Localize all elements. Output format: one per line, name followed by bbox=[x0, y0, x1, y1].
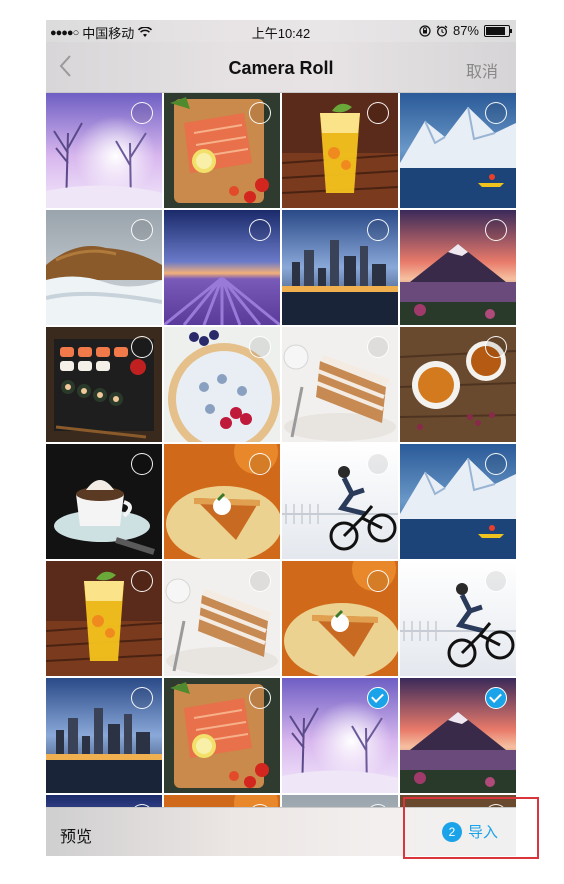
photo-thumbnail[interactable] bbox=[46, 561, 162, 676]
photo-thumbnail[interactable] bbox=[164, 327, 280, 442]
import-button[interactable]: 2 导入 bbox=[441, 821, 498, 842]
select-circle-icon[interactable] bbox=[485, 219, 507, 241]
photo-thumbnail[interactable] bbox=[46, 327, 162, 442]
selected-count-badge: 2 bbox=[441, 821, 462, 842]
battery-percent: 87% bbox=[452, 23, 479, 38]
photo-thumbnail[interactable] bbox=[46, 795, 162, 807]
import-label: 导入 bbox=[467, 824, 498, 841]
photo-thumbnail[interactable] bbox=[46, 444, 162, 559]
select-circle-icon[interactable] bbox=[131, 570, 153, 592]
photo-thumbnail[interactable] bbox=[46, 210, 162, 325]
status-right: 87% bbox=[419, 23, 512, 38]
select-circle-icon[interactable] bbox=[131, 687, 153, 709]
select-circle-icon[interactable] bbox=[249, 453, 271, 475]
photo-thumbnail[interactable] bbox=[400, 210, 516, 325]
select-circle-icon[interactable] bbox=[367, 570, 389, 592]
select-circle-icon[interactable] bbox=[249, 336, 271, 358]
photo-thumbnail[interactable] bbox=[164, 795, 280, 807]
photo-thumbnail[interactable] bbox=[400, 93, 516, 208]
photo-thumbnail[interactable] bbox=[282, 93, 398, 208]
select-circle-icon[interactable] bbox=[367, 102, 389, 124]
selected-checkmark-icon[interactable] bbox=[367, 687, 389, 709]
alarm-icon bbox=[436, 24, 448, 37]
photo-thumbnail[interactable] bbox=[282, 210, 398, 325]
bottom-toolbar: 预览 2 导入 bbox=[46, 807, 516, 856]
photo-thumbnail[interactable] bbox=[400, 561, 516, 676]
select-circle-icon[interactable] bbox=[367, 453, 389, 475]
select-circle-icon[interactable] bbox=[485, 453, 507, 475]
photo-thumbnail[interactable] bbox=[282, 795, 398, 807]
select-circle-icon[interactable] bbox=[249, 687, 271, 709]
battery-icon bbox=[484, 24, 512, 37]
photo-thumbnail[interactable] bbox=[400, 444, 516, 559]
select-circle-icon[interactable] bbox=[485, 570, 507, 592]
navigation-bar: Camera Roll 取消 bbox=[46, 42, 516, 93]
select-circle-icon[interactable] bbox=[249, 570, 271, 592]
select-circle-icon[interactable] bbox=[131, 453, 153, 475]
select-circle-icon[interactable] bbox=[249, 102, 271, 124]
orientation-lock-icon bbox=[419, 24, 431, 37]
photo-thumbnail[interactable] bbox=[164, 93, 280, 208]
select-circle-icon[interactable] bbox=[131, 336, 153, 358]
photo-thumbnail[interactable] bbox=[46, 93, 162, 208]
photo-thumbnail[interactable] bbox=[46, 678, 162, 793]
battery-fill bbox=[486, 26, 506, 35]
select-circle-icon[interactable] bbox=[249, 219, 271, 241]
phone-screen: ●●●●○ 中国移动 上午10:42 87% Camera Roll 取消 预览… bbox=[46, 20, 516, 856]
select-circle-icon[interactable] bbox=[367, 219, 389, 241]
photo-thumbnail[interactable] bbox=[164, 444, 280, 559]
photo-thumbnail[interactable] bbox=[282, 444, 398, 559]
select-circle-icon[interactable] bbox=[131, 102, 153, 124]
cancel-button[interactable]: 取消 bbox=[466, 58, 498, 82]
selected-checkmark-icon[interactable] bbox=[485, 687, 507, 709]
photo-thumbnail[interactable] bbox=[282, 327, 398, 442]
photo-thumbnail[interactable] bbox=[282, 561, 398, 676]
photo-thumbnail[interactable] bbox=[164, 210, 280, 325]
select-circle-icon[interactable] bbox=[131, 219, 153, 241]
photo-thumbnail[interactable] bbox=[400, 678, 516, 793]
photo-thumbnail[interactable] bbox=[400, 327, 516, 442]
select-circle-icon[interactable] bbox=[485, 336, 507, 358]
photo-grid bbox=[46, 93, 516, 807]
preview-button[interactable]: 预览 bbox=[60, 823, 92, 847]
photo-thumbnail[interactable] bbox=[164, 561, 280, 676]
page-title: Camera Roll bbox=[228, 58, 334, 78]
select-circle-icon[interactable] bbox=[367, 336, 389, 358]
photo-thumbnail[interactable] bbox=[400, 795, 516, 807]
photo-thumbnail[interactable] bbox=[164, 678, 280, 793]
select-circle-icon[interactable] bbox=[485, 102, 507, 124]
status-bar: ●●●●○ 中国移动 上午10:42 87% bbox=[46, 20, 516, 42]
photo-thumbnail[interactable] bbox=[282, 678, 398, 793]
